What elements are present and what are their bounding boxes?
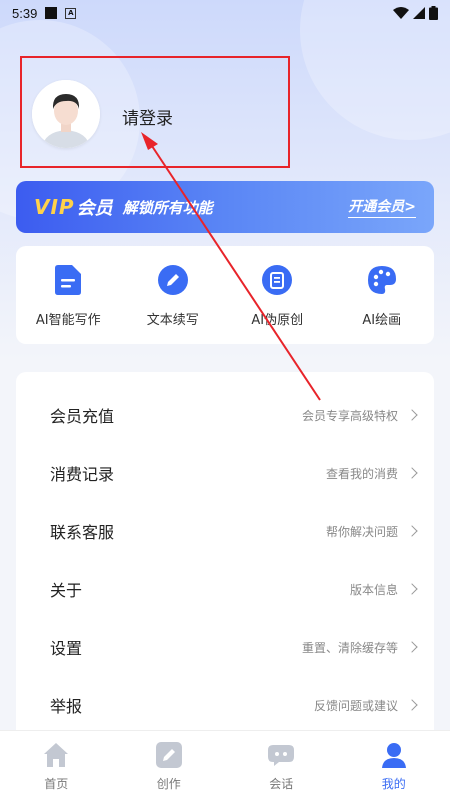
menu-item-report[interactable]: 举报 反馈问题或建议 <box>16 676 434 732</box>
battery-icon <box>429 6 438 20</box>
tab-label: 创作 <box>156 777 181 791</box>
avatar[interactable] <box>32 80 100 148</box>
feature-text-continue[interactable]: 文本续写 <box>123 263 223 328</box>
vip-brand: VIP <box>34 195 75 219</box>
status-bar: 5:39 A <box>0 0 450 26</box>
menu-item-hint: 反馈问题或建议 <box>313 698 398 713</box>
tab-chat[interactable]: 会话 <box>241 731 321 800</box>
profile-card[interactable]: 请登录 <box>20 56 290 168</box>
menu-item-hint: 帮你解决问题 <box>325 524 398 539</box>
menu-item-label: 举报 <box>50 697 83 716</box>
tab-label: 首页 <box>44 777 69 791</box>
create-icon <box>155 741 183 769</box>
vip-member-label: 会员 <box>76 198 113 219</box>
chevron-right-icon <box>406 409 418 421</box>
settings-menu: 会员充值 会员专享高级特权 消费记录 查看我的消费 联系客服 帮你解决问题 关于… <box>16 372 434 732</box>
feature-label: AI智能写作 <box>35 312 101 328</box>
signal-icon <box>413 7 425 19</box>
default-avatar-icon <box>32 80 100 148</box>
chevron-right-icon <box>406 525 418 537</box>
menu-item-hint: 重置、清除缓存等 <box>301 640 398 655</box>
chevron-right-icon <box>406 583 418 595</box>
palette-icon <box>365 263 399 297</box>
menu-item-hint: 版本信息 <box>349 582 398 597</box>
notification-icon <box>45 7 58 19</box>
menu-item-about[interactable]: 关于 版本信息 <box>16 560 434 618</box>
profile-icon <box>380 741 408 769</box>
menu-item-label: 会员充值 <box>50 407 115 426</box>
menu-item-purchase-history[interactable]: 消费记录 查看我的消费 <box>16 444 434 502</box>
menu-item-recharge[interactable]: 会员充值 会员专享高级特权 <box>16 386 434 444</box>
chevron-right-icon <box>406 641 418 653</box>
menu-item-settings[interactable]: 设置 重置、清除缓存等 <box>16 618 434 676</box>
feature-ai-rewrite[interactable]: AI伪原创 <box>227 263 327 328</box>
feature-label: AI绘画 <box>362 312 402 328</box>
feature-label: AI伪原创 <box>251 312 304 328</box>
tab-label: 我的 <box>381 777 406 791</box>
menu-item-customer-service[interactable]: 联系客服 帮你解决问题 <box>16 502 434 560</box>
chevron-right-icon <box>406 699 418 711</box>
status-time: 5:39 <box>12 5 38 21</box>
menu-item-label: 联系客服 <box>50 523 115 542</box>
wifi-icon <box>393 7 409 19</box>
chat-icon <box>267 741 295 769</box>
menu-item-label: 关于 <box>50 581 83 600</box>
vip-banner[interactable]: VIP 会员 解锁所有功能 开通会员> <box>16 181 434 233</box>
menu-item-label: 设置 <box>50 639 83 658</box>
home-icon <box>42 741 70 769</box>
tab-mine[interactable]: 我的 <box>354 731 434 800</box>
login-link[interactable]: 请登录 <box>122 104 173 129</box>
tab-home[interactable]: 首页 <box>16 731 96 800</box>
feature-ai-drawing[interactable]: AI绘画 <box>332 263 432 328</box>
feature-grid: AI智能写作 文本续写 AI伪原创 AI绘画 <box>16 246 434 344</box>
font-app-icon: A <box>65 7 77 19</box>
menu-item-label: 消费记录 <box>50 465 115 484</box>
open-membership-button[interactable]: 开通会员> <box>348 196 416 218</box>
bottom-tab-bar: 首页 创作 会话 我的 <box>0 730 450 800</box>
tab-create[interactable]: 创作 <box>129 731 209 800</box>
menu-item-hint: 会员专享高级特权 <box>301 408 398 423</box>
menu-item-hint: 查看我的消费 <box>325 466 398 481</box>
feature-label: 文本续写 <box>146 312 199 328</box>
document-icon <box>51 263 85 297</box>
feature-ai-writing[interactable]: AI智能写作 <box>18 263 118 328</box>
tab-label: 会话 <box>269 777 294 791</box>
pencil-icon <box>156 263 190 297</box>
article-icon <box>260 263 294 297</box>
chevron-right-icon <box>406 467 418 479</box>
vip-unlock-label: 解锁所有功能 <box>122 198 213 217</box>
